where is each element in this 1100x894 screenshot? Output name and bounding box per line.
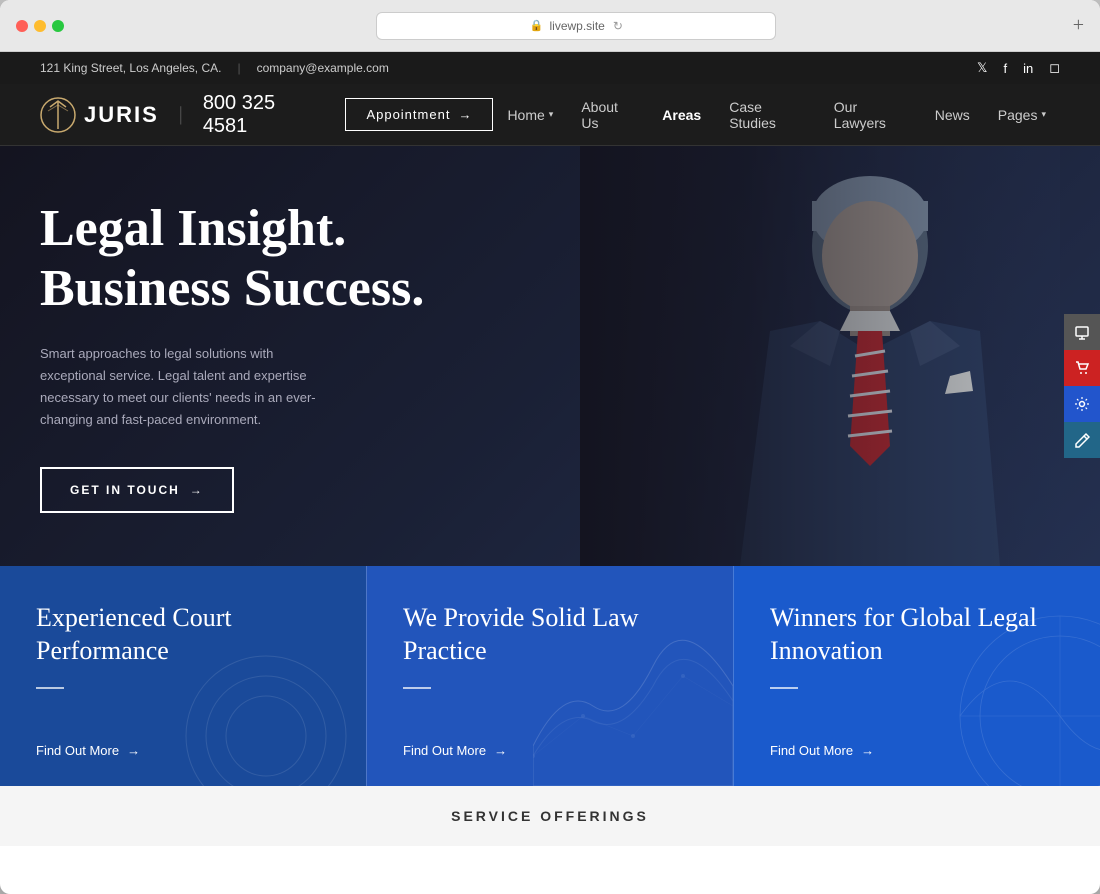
top-bar-divider: |	[237, 61, 240, 75]
top-bar-contact: 121 King Street, Los Angeles, CA. | comp…	[40, 61, 389, 75]
logo[interactable]: JURIS	[40, 97, 159, 133]
hero-subtitle: Smart approaches to legal solutions with…	[40, 343, 340, 431]
refresh-icon[interactable]: ↻	[613, 19, 623, 33]
browser-chrome: 🔒 livewp.site ↻ +	[0, 0, 1100, 52]
cta-arrow: →	[190, 483, 204, 497]
tool-preview[interactable]	[1064, 314, 1100, 350]
hero-person-image	[580, 146, 1060, 566]
tool-edit[interactable]	[1064, 422, 1100, 458]
address-text: 121 King Street, Los Angeles, CA.	[40, 61, 221, 75]
logo-text: JURIS	[84, 102, 159, 128]
main-navigation: Home ▾ About Us Areas Case Studies Our L…	[493, 84, 1060, 146]
twitter-icon[interactable]: 𝕏	[977, 60, 987, 76]
card-bg-3	[880, 586, 1100, 786]
hero-content: Legal Insight. Business Success. Smart a…	[0, 146, 464, 566]
new-tab-button[interactable]: +	[1073, 14, 1084, 37]
card-1-divider	[36, 687, 64, 689]
browser-dots	[16, 20, 64, 32]
nav-areas[interactable]: Areas	[648, 84, 715, 146]
get-in-touch-button[interactable]: GET IN TOUCH →	[40, 467, 234, 513]
navbar-divider: |	[179, 103, 183, 126]
tool-cart[interactable]	[1064, 350, 1100, 386]
maximize-dot[interactable]	[52, 20, 64, 32]
nav-news[interactable]: News	[921, 84, 984, 146]
email-text: company@example.com	[257, 61, 389, 75]
appointment-arrow: →	[458, 107, 472, 122]
appointment-label: Appointment	[366, 107, 450, 122]
minimize-dot[interactable]	[34, 20, 46, 32]
cta-label: GET IN TOUCH	[70, 483, 180, 497]
person-svg	[580, 146, 1060, 566]
instagram-icon[interactable]: ◻	[1049, 60, 1060, 76]
tool-settings[interactable]	[1064, 386, 1100, 422]
sidebar-tools	[1064, 314, 1100, 458]
linkedin-icon[interactable]: in	[1023, 61, 1033, 76]
website-content: 121 King Street, Los Angeles, CA. | comp…	[0, 52, 1100, 894]
nav-case-studies[interactable]: Case Studies	[715, 84, 820, 146]
navbar: JURIS | 800 325 4581 Appointment → Home …	[0, 84, 1100, 146]
nav-our-lawyers[interactable]: Our Lawyers	[820, 84, 921, 146]
nav-about-us[interactable]: About Us	[567, 84, 648, 146]
phone-number: 800 325 4581	[203, 92, 322, 138]
nav-pages[interactable]: Pages ▾	[984, 84, 1060, 146]
feature-card-1: Experienced Court Performance Find Out M…	[0, 566, 366, 786]
browser-window: 🔒 livewp.site ↻ + 121 King Street, Los A…	[0, 0, 1100, 894]
browser-actions: +	[1073, 14, 1084, 37]
close-dot[interactable]	[16, 20, 28, 32]
card-bg-1	[166, 586, 366, 786]
top-bar: 121 King Street, Los Angeles, CA. | comp…	[0, 52, 1100, 84]
social-icons: 𝕏 f in ◻	[977, 60, 1060, 76]
service-label: SERVICE OFFERINGS	[451, 808, 649, 824]
card-2-divider	[403, 687, 431, 689]
service-bar: SERVICE OFFERINGS	[0, 786, 1100, 846]
logo-icon	[40, 97, 76, 133]
hero-title: Legal Insight. Business Success.	[40, 199, 424, 319]
address-bar[interactable]: 🔒 livewp.site ↻	[376, 12, 776, 40]
feature-card-2: We Provide Solid Law Practice Find Out M…	[366, 566, 733, 786]
feature-cards: Experienced Court Performance Find Out M…	[0, 566, 1100, 786]
feature-card-3: Winners for Global Legal Innovation Find…	[733, 566, 1100, 786]
lock-icon: 🔒	[530, 19, 544, 32]
card-3-divider	[770, 687, 798, 689]
facebook-icon[interactable]: f	[1003, 61, 1007, 76]
appointment-button[interactable]: Appointment →	[345, 98, 493, 131]
url-text: livewp.site	[550, 19, 605, 33]
card-bg-2	[533, 606, 733, 786]
hero-section: Legal Insight. Business Success. Smart a…	[0, 146, 1100, 566]
nav-home[interactable]: Home ▾	[493, 84, 567, 146]
